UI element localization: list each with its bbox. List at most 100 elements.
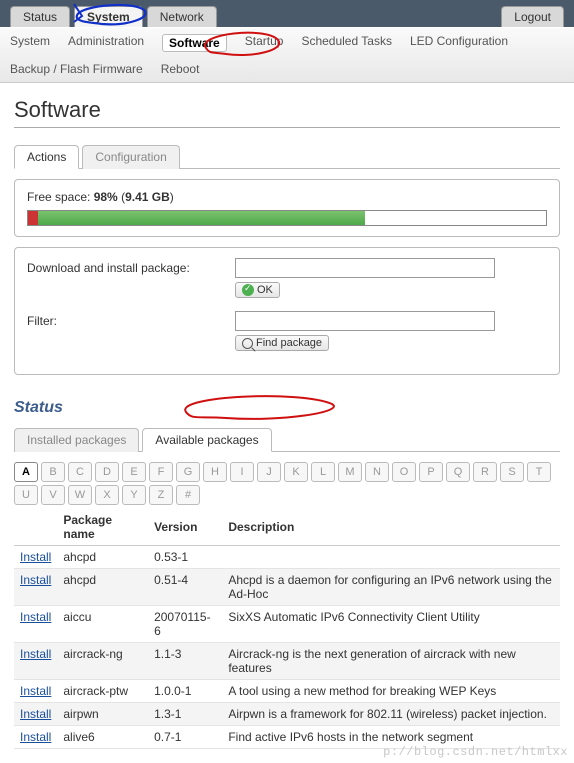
freespace-free xyxy=(38,211,364,225)
install-link[interactable]: Install xyxy=(20,730,51,744)
pkg-name: aiccu xyxy=(57,605,148,642)
top-tab-spacer xyxy=(221,6,498,27)
filter-label: Filter: xyxy=(27,311,227,328)
sub-tab-system[interactable]: System xyxy=(10,34,50,52)
alpha-C[interactable]: C xyxy=(68,462,92,482)
alpha-E[interactable]: E xyxy=(122,462,146,482)
freespace-size: 9.41 GB xyxy=(125,190,170,204)
ok-label: OK xyxy=(257,284,273,296)
alpha-H[interactable]: H xyxy=(203,462,227,482)
sub-tab-administration[interactable]: Administration xyxy=(68,34,144,52)
alpha-M[interactable]: M xyxy=(338,462,362,482)
ok-button[interactable]: OK xyxy=(235,282,280,298)
install-link[interactable]: Install xyxy=(20,573,51,587)
col-action xyxy=(14,509,57,546)
install-link[interactable]: Install xyxy=(20,550,51,564)
col-desc: Description xyxy=(222,509,560,546)
alpha-T[interactable]: T xyxy=(527,462,551,482)
find-button[interactable]: Find package xyxy=(235,335,329,351)
alpha-Y[interactable]: Y xyxy=(122,485,146,505)
pkg-name: aircrack-ng xyxy=(57,642,148,679)
alpha-B[interactable]: B xyxy=(41,462,65,482)
alpha-F[interactable]: F xyxy=(149,462,173,482)
install-link[interactable]: Install xyxy=(20,707,51,721)
status-heading: Status xyxy=(14,399,560,417)
alpha-W[interactable]: W xyxy=(68,485,92,505)
tab-installed-packages[interactable]: Installed packages xyxy=(14,428,139,452)
alpha-J[interactable]: J xyxy=(257,462,281,482)
alpha-S[interactable]: S xyxy=(500,462,524,482)
pkg-desc: SixXS Automatic IPv6 Connectivity Client… xyxy=(222,605,560,642)
alpha-N[interactable]: N xyxy=(365,462,389,482)
alpha-L[interactable]: L xyxy=(311,462,335,482)
table-row: Installaircrack-ptw1.0.0-1A tool using a… xyxy=(14,679,560,702)
filter-input[interactable] xyxy=(235,311,495,331)
pkg-version: 1.1-3 xyxy=(148,642,222,679)
install-link[interactable]: Install xyxy=(20,610,51,624)
alpha-R[interactable]: R xyxy=(473,462,497,482)
table-row: Installahcpd0.53-1 xyxy=(14,545,560,568)
install-link[interactable]: Install xyxy=(20,684,51,698)
package-table: Package name Version Description Install… xyxy=(14,509,560,749)
alpha-V[interactable]: V xyxy=(41,485,65,505)
pkg-version: 1.3-1 xyxy=(148,702,222,725)
alpha-G[interactable]: G xyxy=(176,462,200,482)
install-link[interactable]: Install xyxy=(20,647,51,661)
find-label: Find package xyxy=(256,337,322,349)
table-row: Install ahcpd0.51-4Ahcpd is a daemon for … xyxy=(14,568,560,605)
col-version: Version xyxy=(148,509,222,546)
freespace-label: Free space: 98% (9.41 GB) xyxy=(27,190,547,204)
pkg-version: 20070115-6 xyxy=(148,605,222,642)
alpha-U[interactable]: U xyxy=(14,485,38,505)
pkg-desc: Find active IPv6 hosts in the network se… xyxy=(222,725,560,748)
sub-tab-software[interactable]: Software xyxy=(162,34,227,52)
freespace-prefix: Free space: xyxy=(27,190,94,204)
table-row: Install aiccu20070115-6SixXS Automatic IP… xyxy=(14,605,560,642)
alpha-A[interactable]: A xyxy=(14,462,38,482)
pkg-version: 0.7-1 xyxy=(148,725,222,748)
ok-icon xyxy=(242,284,254,296)
search-icon xyxy=(242,338,253,349)
alpha-I[interactable]: I xyxy=(230,462,254,482)
pkg-name: alive6 xyxy=(57,725,148,748)
freespace-percent: 98% xyxy=(94,190,118,204)
sub-tab-backup-flash-firmware[interactable]: Backup / Flash Firmware xyxy=(10,62,143,76)
pkg-version: 0.51-4 xyxy=(148,568,222,605)
alpha-#[interactable]: # xyxy=(176,485,200,505)
top-tab-logout[interactable]: Logout xyxy=(501,6,564,27)
download-label: Download and install package: xyxy=(27,258,227,275)
col-name: Package name xyxy=(57,509,148,546)
top-tab-system[interactable]: System xyxy=(74,6,143,27)
alpha-Z[interactable]: Z xyxy=(149,485,173,505)
sub-tab-scheduled-tasks[interactable]: Scheduled Tasks xyxy=(301,34,392,52)
alpha-P[interactable]: P xyxy=(419,462,443,482)
pkg-desc xyxy=(222,545,560,568)
top-tab-status[interactable]: Status xyxy=(10,6,70,27)
pkg-name: airpwn xyxy=(57,702,148,725)
alpha-X[interactable]: X xyxy=(95,485,119,505)
pkg-desc: Airpwn is a framework for 802.11 (wirele… xyxy=(222,702,560,725)
freespace-bar xyxy=(27,210,547,226)
alpha-K[interactable]: K xyxy=(284,462,308,482)
pkg-version: 1.0.0-1 xyxy=(148,679,222,702)
alpha-Q[interactable]: Q xyxy=(446,462,470,482)
sub-tab-reboot[interactable]: Reboot xyxy=(161,62,200,76)
tab-configuration[interactable]: Configuration xyxy=(82,145,179,169)
download-input[interactable] xyxy=(235,258,495,278)
freespace-used xyxy=(28,211,38,225)
actions-panel: Download and install package: OK Filter:… xyxy=(14,247,560,375)
pkg-name: aircrack-ptw xyxy=(57,679,148,702)
table-row: Install airpwn1.3-1Airpwn is a framework … xyxy=(14,702,560,725)
pkg-version: 0.53-1 xyxy=(148,545,222,568)
sub-tab-led-configuration[interactable]: LED Configuration xyxy=(410,34,508,52)
alpha-O[interactable]: O xyxy=(392,462,416,482)
sub-tab-startup[interactable]: Startup xyxy=(245,34,284,52)
tab-actions[interactable]: Actions xyxy=(14,145,79,169)
tab-available-packages[interactable]: Available packages xyxy=(142,428,271,452)
pkg-desc: Ahcpd is a daemon for configuring an IPv… xyxy=(222,568,560,605)
table-row: Install alive60.7-1Find active IPv6 hosts… xyxy=(14,725,560,748)
top-tab-network[interactable]: Network xyxy=(147,6,217,27)
alpha-D[interactable]: D xyxy=(95,462,119,482)
pkg-desc: Aircrack-ng is the next generation of ai… xyxy=(222,642,560,679)
pkg-name: ahcpd xyxy=(57,568,148,605)
